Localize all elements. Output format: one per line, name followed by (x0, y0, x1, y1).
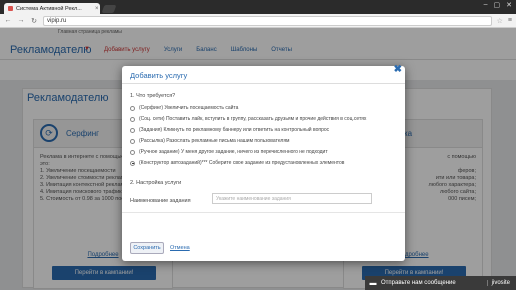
section-service-settings: 2. Настройка услуги (130, 180, 182, 186)
tab-title: Система Активной Рекл... (16, 5, 82, 12)
address-bar: ← → ↻ vipip.ru ☆ ≡ (0, 14, 516, 28)
favicon-icon (8, 6, 13, 11)
save-button[interactable]: Сохранить (130, 242, 164, 254)
task-name-label: Наименование задания (130, 198, 191, 204)
back-icon[interactable]: ← (4, 17, 12, 24)
option-label: (Конструктор автозаданий)*** Соберите св… (139, 160, 345, 166)
modal-header: Добавить услугу ✖ (122, 64, 405, 84)
forward-icon[interactable]: → (17, 17, 25, 24)
radio-button[interactable] (130, 127, 135, 133)
close-window-icon[interactable]: ✕ (506, 1, 512, 9)
option-social[interactable]: (Соц. сети) Поставить лайк, вступить в г… (130, 116, 366, 122)
minimize-icon[interactable]: – (484, 1, 488, 9)
modal-divider (122, 212, 405, 213)
option-label: (Рассылка) Разослать рекламные письма на… (139, 138, 290, 144)
tab-close-icon[interactable]: × (95, 6, 99, 12)
option-tasks[interactable]: (Задания) Кликнуть по рекламному баннеру… (130, 127, 329, 133)
radio-button[interactable] (130, 138, 135, 144)
chat-brand: jivosite (486, 280, 510, 286)
add-service-modal: Добавить услугу ✖ 1. Что требуется? (Сер… (122, 64, 405, 261)
close-icon[interactable]: ✖ (394, 64, 402, 75)
option-constructor[interactable]: (Конструктор автозаданий)*** Соберите св… (130, 160, 344, 166)
bookmark-star-icon[interactable]: ☆ (497, 17, 503, 25)
radio-button[interactable] (130, 149, 135, 155)
option-label: (Задания) Кликнуть по рекламному баннеру… (139, 127, 330, 133)
new-tab-button[interactable] (101, 5, 117, 13)
radio-button-selected[interactable] (130, 160, 135, 166)
cancel-link[interactable]: Отмена (170, 245, 190, 251)
option-mailing[interactable]: (Рассылка) Разослать рекламные письма на… (130, 138, 290, 144)
maximize-icon[interactable]: ▢ (494, 1, 501, 9)
modal-title: Добавить услугу (130, 71, 188, 80)
chat-icon: ▬ (369, 279, 377, 287)
radio-button[interactable] (130, 116, 135, 122)
url-field[interactable]: vipip.ru (43, 15, 492, 26)
option-surfing[interactable]: (Серфинг) Увеличить посещаемость сайта (130, 105, 238, 111)
section-what-required: 1. Что требуется? (130, 93, 176, 99)
chat-label: Отправьте нам сообщение (381, 280, 456, 286)
option-manual[interactable]: (Ручное задание) У меня другое задание, … (130, 149, 328, 155)
reload-icon[interactable]: ↻ (30, 17, 38, 25)
browser-menu-icon[interactable]: ≡ (508, 17, 512, 24)
option-label: (Серфинг) Увеличить посещаемость сайта (139, 105, 239, 111)
browser-tab-bar: Система Активной Рекл... × – ▢ ✕ (0, 0, 516, 14)
chat-widget[interactable]: ▬ Отправьте нам сообщение jivosite (365, 276, 516, 290)
radio-button[interactable] (130, 105, 135, 111)
window-controls: – ▢ ✕ (484, 1, 512, 9)
option-label: (Ручное задание) У меня другое задание, … (139, 149, 328, 155)
task-name-input[interactable] (212, 193, 372, 204)
browser-tab[interactable]: Система Активной Рекл... × (4, 3, 100, 14)
option-label: (Соц. сети) Поставить лайк, вступить в г… (139, 116, 367, 122)
